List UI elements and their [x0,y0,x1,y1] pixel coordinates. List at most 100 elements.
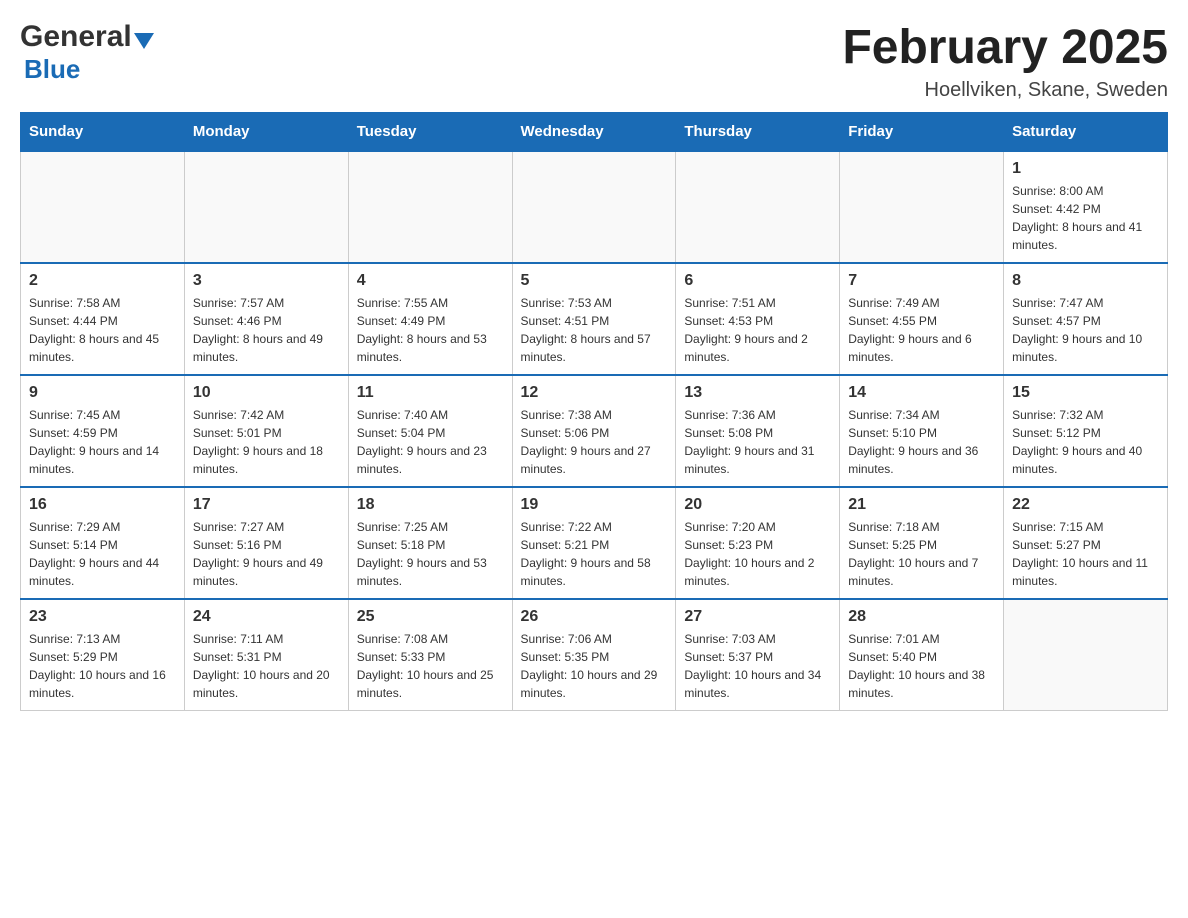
day-number: 10 [193,384,340,402]
day-number: 22 [1012,496,1159,514]
calendar-cell: 14 Sunrise: 7:34 AMSunset: 5:10 PMDayligh… [840,375,1004,487]
header-sunday: Sunday [21,113,185,152]
location: Hoellviken, Skane, Sweden [842,79,1168,102]
day-info: Sunrise: 7:32 AMSunset: 5:12 PMDaylight:… [1012,406,1159,478]
day-info: Sunrise: 7:40 AMSunset: 5:04 PMDaylight:… [357,406,504,478]
day-info: Sunrise: 7:36 AMSunset: 5:08 PMDaylight:… [684,406,831,478]
day-info: Sunrise: 7:06 AMSunset: 5:35 PMDaylight:… [521,630,668,702]
day-number: 14 [848,384,995,402]
week-row-4: 16 Sunrise: 7:29 AMSunset: 5:14 PMDayligh… [21,487,1168,599]
day-info: Sunrise: 7:11 AMSunset: 5:31 PMDaylight:… [193,630,340,702]
calendar-cell: 5 Sunrise: 7:53 AMSunset: 4:51 PMDaylight… [512,263,676,375]
calendar-cell: 21 Sunrise: 7:18 AMSunset: 5:25 PMDayligh… [840,487,1004,599]
calendar-cell [21,151,185,263]
calendar-cell: 15Sunrise: 7:32 AMSunset: 5:12 PMDayligh… [1004,375,1168,487]
calendar-cell: 6Sunrise: 7:51 AMSunset: 4:53 PMDaylight… [676,263,840,375]
calendar-cell: 9 Sunrise: 7:45 AMSunset: 4:59 PMDaylight… [21,375,185,487]
calendar-cell [512,151,676,263]
calendar-cell: 28 Sunrise: 7:01 AMSunset: 5:40 PMDayligh… [840,599,1004,711]
logo-blue: Blue [24,54,80,85]
day-number: 5 [521,272,668,290]
calendar-cell: 24 Sunrise: 7:11 AMSunset: 5:31 PMDayligh… [184,599,348,711]
calendar-cell: 25 Sunrise: 7:08 AMSunset: 5:33 PMDayligh… [348,599,512,711]
day-info: Sunrise: 7:55 AMSunset: 4:49 PMDaylight:… [357,294,504,366]
week-row-1: 1 Sunrise: 8:00 AMSunset: 4:42 PMDaylight… [21,151,1168,263]
calendar-cell: 19 Sunrise: 7:22 AMSunset: 5:21 PMDayligh… [512,487,676,599]
day-info: Sunrise: 7:27 AMSunset: 5:16 PMDaylight:… [193,518,340,590]
calendar-cell: 4 Sunrise: 7:55 AMSunset: 4:49 PMDaylight… [348,263,512,375]
calendar-cell: 13 Sunrise: 7:36 AMSunset: 5:08 PMDayligh… [676,375,840,487]
day-info: Sunrise: 7:34 AMSunset: 5:10 PMDaylight:… [848,406,995,478]
calendar-cell: 8Sunrise: 7:47 AMSunset: 4:57 PMDaylight… [1004,263,1168,375]
calendar-cell [840,151,1004,263]
day-number: 13 [684,384,831,402]
calendar-cell: 10Sunrise: 7:42 AMSunset: 5:01 PMDayligh… [184,375,348,487]
day-number: 4 [357,272,504,290]
calendar-cell: 2Sunrise: 7:58 AMSunset: 4:44 PMDaylight… [21,263,185,375]
day-number: 18 [357,496,504,514]
calendar-table: Sunday Monday Tuesday Wednesday Thursday… [20,112,1168,711]
day-info: Sunrise: 7:53 AMSunset: 4:51 PMDaylight:… [521,294,668,366]
day-info: Sunrise: 7:58 AMSunset: 4:44 PMDaylight:… [29,294,176,366]
day-number: 24 [193,608,340,626]
day-number: 16 [29,496,176,514]
day-number: 1 [1012,160,1159,178]
calendar-cell: 23Sunrise: 7:13 AMSunset: 5:29 PMDayligh… [21,599,185,711]
logo: General Blue [20,20,154,85]
day-info: Sunrise: 7:03 AMSunset: 5:37 PMDaylight:… [684,630,831,702]
day-number: 17 [193,496,340,514]
calendar-cell: 26 Sunrise: 7:06 AMSunset: 5:35 PMDayligh… [512,599,676,711]
calendar-cell: 27 Sunrise: 7:03 AMSunset: 5:37 PMDayligh… [676,599,840,711]
day-info: Sunrise: 7:01 AMSunset: 5:40 PMDaylight:… [848,630,995,702]
day-info: Sunrise: 7:49 AMSunset: 4:55 PMDaylight:… [848,294,995,366]
page-header: General Blue February 2025 Hoellviken, S… [20,20,1168,102]
title-block: February 2025 Hoellviken, Skane, Sweden [842,20,1168,102]
day-info: Sunrise: 7:38 AMSunset: 5:06 PMDaylight:… [521,406,668,478]
weekday-header-row: Sunday Monday Tuesday Wednesday Thursday… [21,113,1168,152]
calendar-cell: 18 Sunrise: 7:25 AMSunset: 5:18 PMDayligh… [348,487,512,599]
logo-general: General [20,20,132,54]
calendar-cell [676,151,840,263]
day-number: 11 [357,384,504,402]
day-number: 26 [521,608,668,626]
logo-triangle-icon [134,33,154,49]
calendar-cell: 11 Sunrise: 7:40 AMSunset: 5:04 PMDayligh… [348,375,512,487]
header-monday: Monday [184,113,348,152]
day-info: Sunrise: 7:45 AMSunset: 4:59 PMDaylight:… [29,406,176,478]
calendar-cell: 12Sunrise: 7:38 AMSunset: 5:06 PMDayligh… [512,375,676,487]
week-row-2: 2Sunrise: 7:58 AMSunset: 4:44 PMDaylight… [21,263,1168,375]
day-info: Sunrise: 7:57 AMSunset: 4:46 PMDaylight:… [193,294,340,366]
day-number: 6 [684,272,831,290]
day-info: Sunrise: 7:18 AMSunset: 5:25 PMDaylight:… [848,518,995,590]
day-info: Sunrise: 7:08 AMSunset: 5:33 PMDaylight:… [357,630,504,702]
day-info: Sunrise: 7:15 AMSunset: 5:27 PMDaylight:… [1012,518,1159,590]
day-info: Sunrise: 7:25 AMSunset: 5:18 PMDaylight:… [357,518,504,590]
calendar-cell: 22 Sunrise: 7:15 AMSunset: 5:27 PMDayligh… [1004,487,1168,599]
day-number: 27 [684,608,831,626]
day-number: 20 [684,496,831,514]
week-row-3: 9 Sunrise: 7:45 AMSunset: 4:59 PMDaylight… [21,375,1168,487]
header-thursday: Thursday [676,113,840,152]
day-number: 25 [357,608,504,626]
header-tuesday: Tuesday [348,113,512,152]
day-number: 3 [193,272,340,290]
calendar-cell: 7 Sunrise: 7:49 AMSunset: 4:55 PMDaylight… [840,263,1004,375]
month-title: February 2025 [842,20,1168,75]
day-number: 21 [848,496,995,514]
day-number: 9 [29,384,176,402]
day-number: 19 [521,496,668,514]
header-wednesday: Wednesday [512,113,676,152]
day-info: Sunrise: 7:47 AMSunset: 4:57 PMDaylight:… [1012,294,1159,366]
day-info: Sunrise: 7:13 AMSunset: 5:29 PMDaylight:… [29,630,176,702]
header-saturday: Saturday [1004,113,1168,152]
calendar-cell: 16 Sunrise: 7:29 AMSunset: 5:14 PMDayligh… [21,487,185,599]
calendar-cell: 17 Sunrise: 7:27 AMSunset: 5:16 PMDayligh… [184,487,348,599]
day-info: Sunrise: 8:00 AMSunset: 4:42 PMDaylight:… [1012,182,1159,254]
week-row-5: 23Sunrise: 7:13 AMSunset: 5:29 PMDayligh… [21,599,1168,711]
day-info: Sunrise: 7:22 AMSunset: 5:21 PMDaylight:… [521,518,668,590]
day-number: 7 [848,272,995,290]
calendar-cell [184,151,348,263]
day-number: 28 [848,608,995,626]
calendar-cell: 3 Sunrise: 7:57 AMSunset: 4:46 PMDaylight… [184,263,348,375]
day-info: Sunrise: 7:29 AMSunset: 5:14 PMDaylight:… [29,518,176,590]
